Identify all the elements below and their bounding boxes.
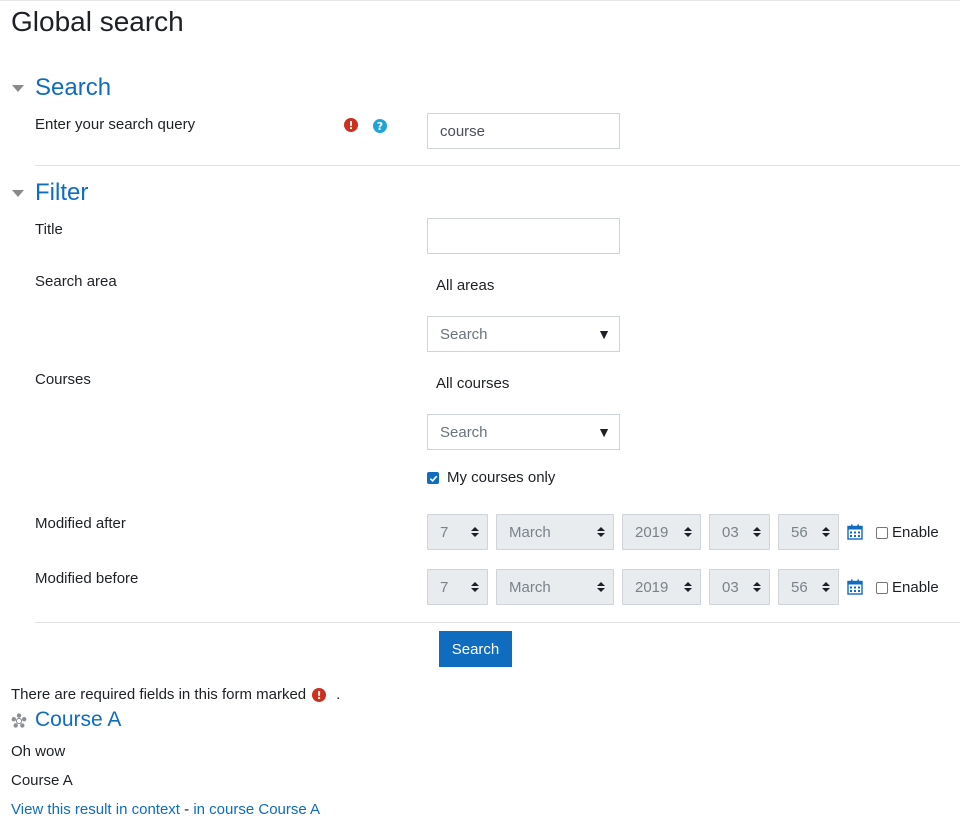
modified-after-day-select[interactable]: 7	[427, 514, 488, 550]
modified-after-year-select[interactable]: 2019	[622, 514, 701, 550]
select-arrows-icon	[597, 582, 605, 592]
my-courses-only-checkbox[interactable]	[427, 472, 439, 484]
modified-after-hour-select[interactable]: 03	[709, 514, 770, 550]
selected-value: 03	[722, 523, 739, 541]
result-course-name: Course A	[11, 772, 73, 789]
enable-label: Enable	[892, 579, 939, 596]
filter-section-title: Filter	[35, 179, 89, 206]
courses-label: Courses	[35, 371, 91, 388]
select-arrows-icon	[684, 527, 692, 537]
search-area-autocomplete[interactable]: Search ▼	[427, 316, 620, 352]
select-arrows-icon	[822, 527, 830, 537]
check-icon	[429, 475, 437, 482]
selected-value: March	[509, 578, 551, 596]
modified-before-enable-checkbox[interactable]	[876, 582, 888, 594]
modified-after-enable-option[interactable]: Enable	[876, 523, 939, 543]
modified-before-month-select[interactable]: March	[496, 569, 614, 605]
filter-section-toggle[interactable]: Filter	[12, 179, 88, 207]
my-courses-only-label: My courses only	[447, 469, 556, 486]
enable-label: Enable	[892, 524, 939, 541]
courses-selection: All courses	[436, 375, 510, 392]
modified-before-year-select[interactable]: 2019	[622, 569, 701, 605]
search-area-selection: All areas	[436, 277, 495, 294]
result-title-link[interactable]: Course A	[35, 707, 121, 733]
required-fields-text: There are required fields in this form m…	[11, 686, 307, 703]
modified-after-label: Modified after	[35, 515, 126, 532]
selected-value: 2019	[635, 523, 669, 541]
section-divider	[35, 622, 960, 623]
modified-after-minute-select[interactable]: 56	[778, 514, 839, 550]
search-query-input[interactable]	[427, 113, 620, 149]
search-submit-button[interactable]: Search	[439, 631, 512, 667]
section-divider	[35, 165, 960, 166]
selected-value: 56	[791, 523, 808, 541]
required-fields-note: There are required fields in this form m…	[11, 685, 340, 705]
title-input[interactable]	[427, 218, 620, 254]
search-area-label: Search area	[35, 273, 117, 290]
title-label: Title	[35, 221, 63, 238]
select-arrows-icon	[822, 582, 830, 592]
collapse-caret-icon	[12, 84, 24, 92]
dropdown-arrow-icon[interactable]: ▼	[597, 424, 611, 440]
select-arrows-icon	[597, 527, 605, 537]
select-arrows-icon	[753, 582, 761, 592]
select-arrows-icon	[471, 582, 479, 592]
help-icon[interactable]: ?	[373, 119, 387, 133]
required-icon: !	[344, 118, 358, 132]
courses-autocomplete[interactable]: Search ▼	[427, 414, 620, 450]
collapse-caret-icon	[12, 189, 24, 197]
selected-value: 7	[440, 578, 449, 596]
select-arrows-icon	[471, 527, 479, 537]
select-arrows-icon	[753, 527, 761, 537]
modified-before-minute-select[interactable]: 56	[778, 569, 839, 605]
modified-before-hour-select[interactable]: 03	[709, 569, 770, 605]
selected-value: 03	[722, 578, 739, 596]
dropdown-arrow-icon[interactable]: ▼	[597, 326, 611, 342]
selected-value: 7	[440, 523, 449, 541]
calendar-icon[interactable]	[847, 579, 863, 595]
result-context-line: View this result in context - in course …	[11, 800, 320, 820]
result-content: Oh wow	[11, 743, 66, 760]
required-icon: !	[312, 688, 327, 702]
select-arrows-icon	[684, 582, 692, 592]
search-query-label: Enter your search query	[35, 116, 196, 133]
courses-placeholder: Search	[440, 423, 488, 441]
link-separator: -	[179, 801, 194, 818]
selected-value: 56	[791, 578, 808, 596]
search-section-title: Search	[35, 74, 112, 101]
modified-after-month-select[interactable]: March	[496, 514, 614, 550]
selected-value: March	[509, 523, 551, 541]
view-in-context-link[interactable]: View this result in context	[11, 801, 180, 818]
modified-after-enable-checkbox[interactable]	[876, 527, 888, 539]
search-section-toggle[interactable]: Search	[12, 74, 111, 102]
required-fields-suffix: .	[336, 686, 341, 703]
selected-value: 2019	[635, 578, 669, 596]
search-area-placeholder: Search	[440, 325, 488, 343]
modified-before-day-select[interactable]: 7	[427, 569, 488, 605]
page-title: Global search	[11, 6, 184, 37]
modified-before-enable-option[interactable]: Enable	[876, 578, 939, 598]
in-course-link[interactable]: in course Course A	[193, 801, 320, 818]
calendar-icon[interactable]	[847, 524, 863, 540]
my-courses-only-option[interactable]: My courses only	[427, 468, 555, 488]
modified-before-label: Modified before	[35, 570, 139, 587]
course-icon	[11, 713, 27, 728]
